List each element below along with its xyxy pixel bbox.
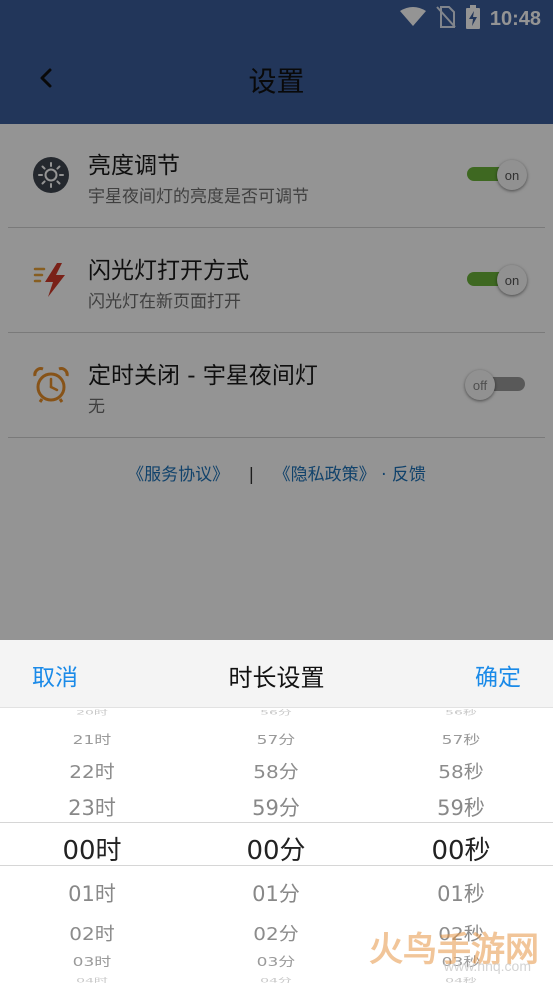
picker-item[interactable]: 22时 xyxy=(0,757,184,783)
picker-selected-item[interactable]: 00分 xyxy=(184,830,368,867)
watermark-url: www.hnq.com xyxy=(443,958,531,974)
picker-item[interactable]: 21时 xyxy=(0,729,184,748)
hours-wheel[interactable]: 20时 21时 22时 23时 00时 01时 02时 03时 04时 xyxy=(0,708,184,983)
picker-item[interactable]: 56秒 xyxy=(369,708,553,717)
picker-item[interactable]: 04时 xyxy=(0,976,184,983)
modal-overlay[interactable] xyxy=(0,0,553,640)
picker-item[interactable]: 01秒 xyxy=(369,878,553,908)
picker-item[interactable]: 59分 xyxy=(184,792,368,822)
picker-item[interactable]: 04秒 xyxy=(369,976,553,983)
picker-item[interactable]: 56分 xyxy=(184,708,368,717)
picker-item[interactable]: 04分 xyxy=(184,976,368,983)
picker-item[interactable]: 23时 xyxy=(0,792,184,822)
picker-item[interactable]: 20时 xyxy=(0,708,184,717)
picker-item[interactable]: 58秒 xyxy=(369,757,553,783)
picker-item[interactable]: 01时 xyxy=(0,878,184,908)
picker-item[interactable]: 02时 xyxy=(0,919,184,945)
picker-selected-item[interactable]: 00秒 xyxy=(369,830,553,867)
picker-item[interactable]: 03时 xyxy=(0,951,184,970)
picker-item[interactable]: 57分 xyxy=(184,729,368,748)
picker-item[interactable]: 57秒 xyxy=(369,729,553,748)
picker-item[interactable]: 01分 xyxy=(184,878,368,908)
picker-item[interactable]: 03分 xyxy=(184,951,368,970)
picker-selected-item[interactable]: 00时 xyxy=(0,830,184,867)
picker-item[interactable]: 58分 xyxy=(184,757,368,783)
picker-item[interactable]: 59秒 xyxy=(369,792,553,822)
confirm-button[interactable]: 确定 xyxy=(475,658,521,692)
picker-item[interactable]: 02分 xyxy=(184,919,368,945)
sheet-title: 时长设置 xyxy=(228,664,325,692)
minutes-wheel[interactable]: 56分 57分 58分 59分 00分 01分 02分 03分 04分 xyxy=(184,708,368,983)
sheet-header: 取消 时长设置 确定 xyxy=(0,640,553,708)
